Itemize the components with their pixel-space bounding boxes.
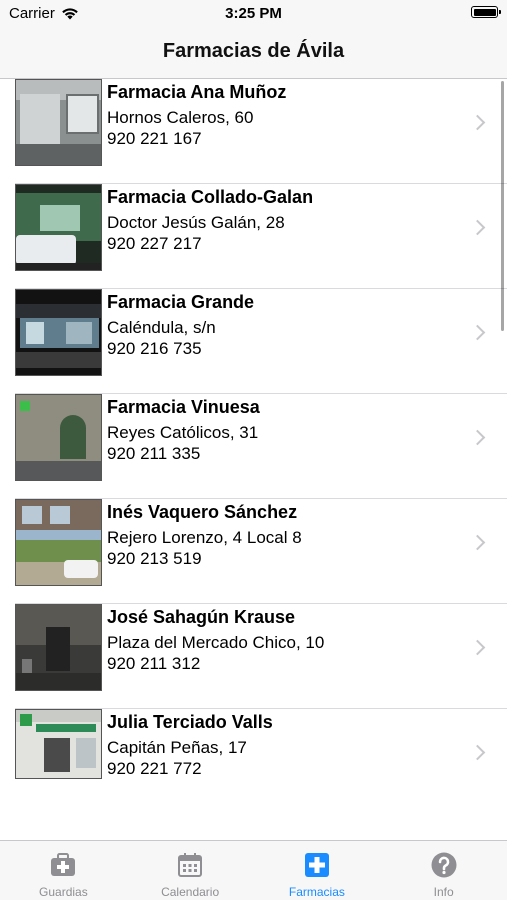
list-item[interactable]: José Sahagún Krause Plaza del Mercado Ch…	[0, 604, 507, 709]
tab-guardias[interactable]: Guardias	[0, 841, 127, 900]
list-item[interactable]: Inés Vaquero Sánchez Rejero Lorenzo, 4 L…	[0, 499, 507, 604]
pharmacy-address: Hornos Caleros, 60	[107, 108, 254, 127]
pharmacy-photo	[15, 499, 102, 586]
chevron-right-icon	[469, 114, 486, 131]
pharmacy-photo	[15, 79, 102, 166]
status-bar: Carrier 3:25 PM	[0, 0, 507, 28]
pharmacy-address: Reyes Católicos, 31	[107, 423, 259, 442]
pharmacy-phone: 920 211 335	[107, 444, 201, 463]
pharmacy-list[interactable]: Farmacia Ana Muñoz Hornos Caleros, 60 92…	[0, 79, 507, 840]
pharmacy-name: Farmacia Vinuesa	[107, 397, 260, 417]
chevron-right-icon	[469, 219, 486, 236]
tab-label: Guardias	[39, 885, 88, 899]
tab-label: Calendario	[161, 885, 220, 899]
pharmacy-address: Caléndula, s/n	[107, 318, 216, 337]
chevron-right-icon	[469, 639, 486, 656]
pharmacy-photo	[15, 289, 102, 376]
tab-calendario[interactable]: Calendario	[127, 841, 254, 900]
list-item[interactable]: Farmacia Collado-Galan Doctor Jesús Galá…	[0, 184, 507, 289]
list-item[interactable]: Farmacia Vinuesa Reyes Católicos, 31 920…	[0, 394, 507, 499]
first-aid-kit-icon	[51, 853, 76, 876]
tab-info[interactable]: Info	[380, 841, 507, 900]
pharmacy-photo	[15, 604, 102, 691]
chevron-right-icon	[469, 534, 486, 551]
pharmacy-phone: 920 213 519	[107, 549, 202, 568]
chevron-right-icon	[469, 324, 486, 341]
chevron-right-icon	[469, 429, 486, 446]
pharmacy-phone: 920 221 772	[107, 759, 202, 778]
pharmacy-address: Capitán Peñas, 17	[107, 738, 247, 757]
pharmacy-photo	[15, 184, 102, 271]
pharmacy-photo	[15, 394, 102, 481]
chevron-right-icon	[469, 744, 486, 761]
pharmacy-name: Farmacia Ana Muñoz	[107, 82, 287, 102]
pharmacy-phone: 920 211 312	[107, 654, 201, 673]
battery-icon	[471, 6, 501, 18]
pharmacy-name: Inés Vaquero Sánchez	[107, 502, 298, 522]
pharmacy-name: José Sahagún Krause	[107, 607, 296, 627]
pharmacy-phone: 920 221 167	[107, 129, 202, 148]
scroll-indicator[interactable]	[501, 81, 504, 331]
pharmacy-address: Rejero Lorenzo, 4 Local 8	[107, 528, 302, 547]
pharmacy-address: Plaza del Mercado Chico, 10	[107, 633, 325, 652]
page-title: Farmacias de Ávila	[162, 40, 345, 62]
list-item[interactable]: Farmacia Ana Muñoz Hornos Caleros, 60 92…	[0, 79, 507, 184]
pharmacy-name: Julia Terciado Valls	[107, 712, 273, 732]
help-icon	[431, 852, 457, 878]
tab-label: Farmacias	[288, 885, 345, 899]
pharmacy-name: Farmacia Collado-Galan	[107, 187, 314, 207]
calendar-icon	[178, 853, 203, 877]
pharmacy-phone: 920 216 735	[107, 339, 202, 358]
navigation-bar: Farmacias de Ávila	[0, 28, 507, 79]
pharmacy-cross-icon	[304, 853, 329, 877]
tab-bar: Guardias Calendario Farmacias Info	[0, 840, 507, 900]
pharmacy-phone: 920 227 217	[107, 234, 202, 253]
tab-farmacias[interactable]: Farmacias	[254, 841, 381, 900]
pharmacy-photo	[15, 709, 102, 779]
pharmacy-name: Farmacia Grande	[107, 292, 255, 312]
list-item[interactable]: Julia Terciado Valls Capitán Peñas, 17 9…	[0, 709, 507, 814]
tab-label: Info	[433, 885, 454, 899]
pharmacy-address: Doctor Jesús Galán, 28	[107, 213, 285, 232]
status-time: 3:25 PM	[225, 5, 282, 22]
list-item[interactable]: Farmacia Grande Caléndula, s/n 920 216 7…	[0, 289, 507, 394]
